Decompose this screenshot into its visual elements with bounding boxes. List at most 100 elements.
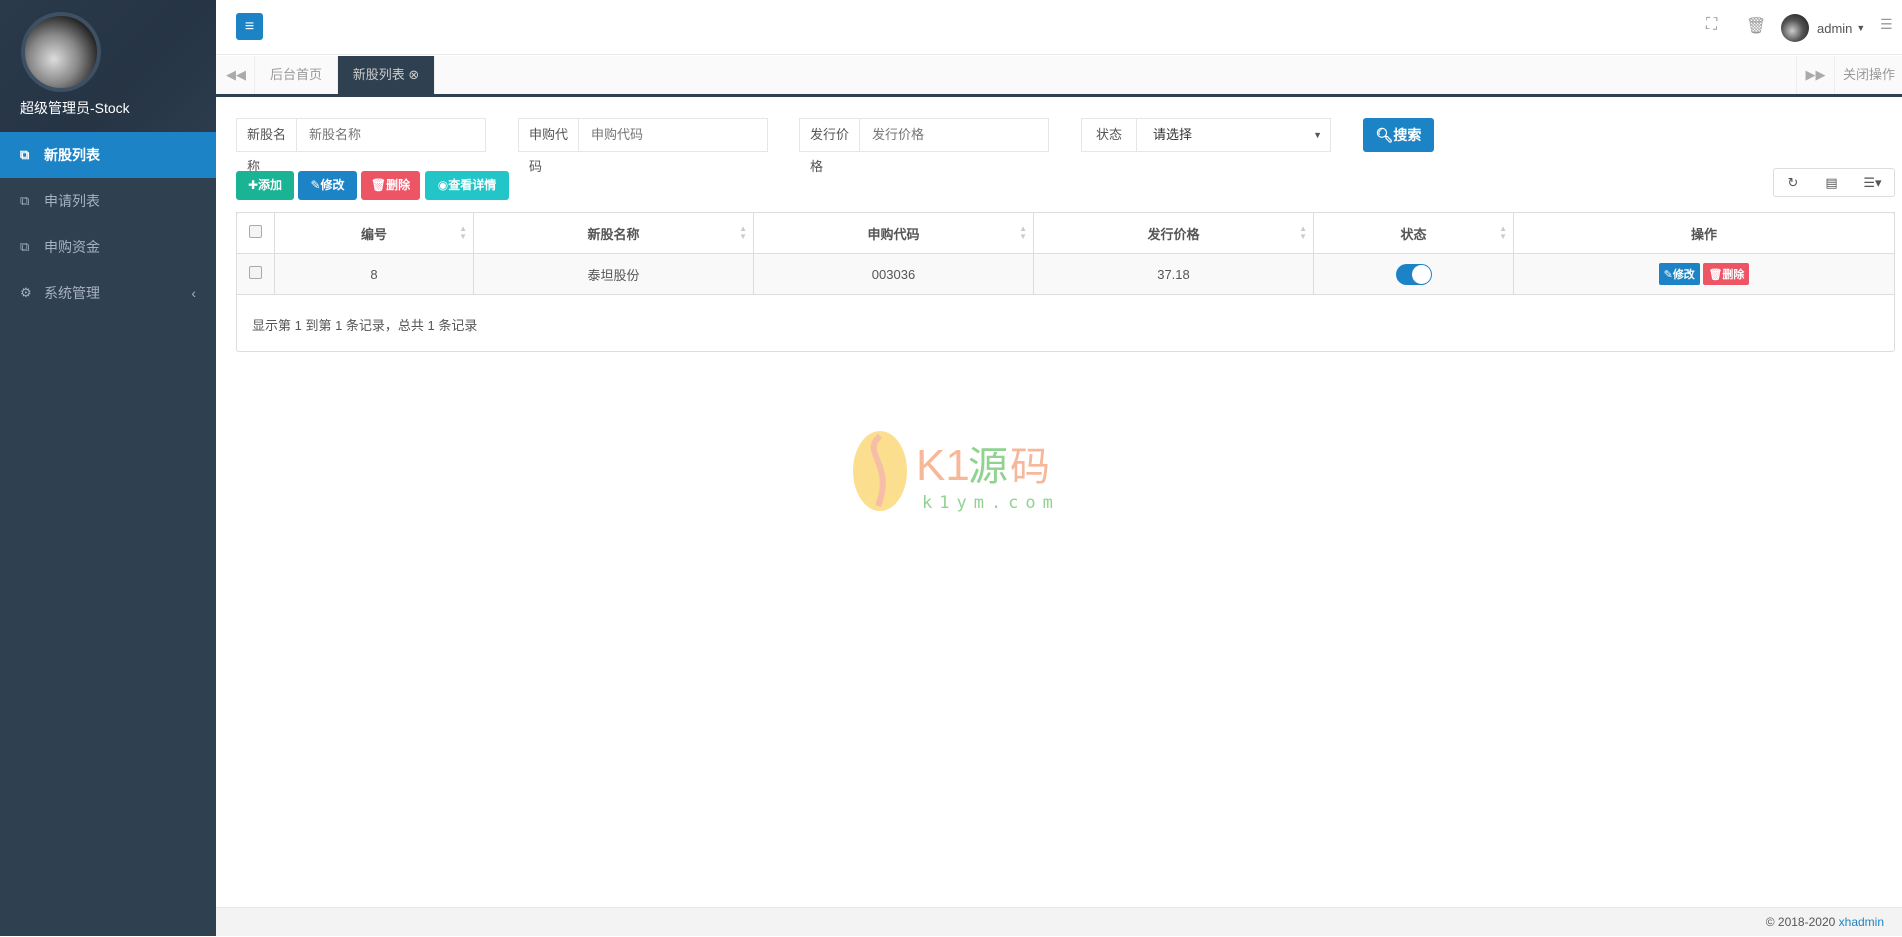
eye-icon: ◉	[437, 178, 449, 192]
filter-status: 状态 请选择 ▼	[1081, 118, 1331, 152]
svg-text:源: 源	[968, 444, 1008, 490]
sort-icon: ▲ ▼	[1019, 224, 1027, 241]
chevron-left-icon: ‹	[191, 285, 196, 301]
close-operations-dropdown[interactable]: 关闭操作	[1835, 56, 1902, 94]
edit-label: 修改	[320, 178, 345, 192]
pagination-info: 显示第 1 到第 1 条记录，总共 1 条记录	[252, 318, 478, 333]
column-header-price[interactable]: 发行价格 ▲ ▼	[1033, 212, 1314, 254]
search-icon: 🔍︎	[1375, 127, 1394, 143]
sidebar-item-ipo-list[interactable]: ⧉ 新股列表	[0, 132, 216, 178]
tab-home[interactable]: 后台首页	[255, 56, 338, 94]
user-dropdown[interactable]: admin ▼	[1781, 14, 1865, 42]
sidebar: 超级管理员-Stock ⧉ 新股列表 ⧉ 申请列表 ⧉ 申购资金 ⚙ 系统管理 ‹	[0, 0, 216, 936]
view-label: 查看详情	[448, 178, 497, 192]
sidebar-item-application-list[interactable]: ⧉ 申请列表	[0, 178, 216, 224]
tasks-icon[interactable]: ☰	[1880, 16, 1893, 33]
pencil-icon: ✎	[310, 178, 321, 192]
delete-label: 删除	[386, 178, 411, 192]
column-header-id[interactable]: 编号 ▲ ▼	[274, 212, 474, 254]
table-row[interactable]: 8 泰坦股份 003036 37.18 ✎修改 🗑︎删除	[236, 253, 1895, 295]
filter-label: 发行价格	[800, 119, 860, 174]
filter-label: 申购代码	[519, 119, 579, 174]
column-header-status[interactable]: 状态 ▲ ▼	[1313, 212, 1514, 254]
cell-status	[1313, 253, 1514, 295]
tab-ipo-list[interactable]: 新股列表 ⊗	[338, 56, 435, 94]
sidebar-item-label: 申购资金	[44, 239, 100, 255]
search-label: 搜索	[1393, 127, 1422, 143]
svg-text:码: 码	[1010, 444, 1050, 490]
data-table: 编号 ▲ ▼ 新股名称 ▲ ▼ 申购代码 ▲ ▼ 发行价格 ▲ ▼ 状态 ▲ ▼ 操作 8 泰坦股份…	[236, 212, 1895, 295]
filter-label: 新股名称	[237, 119, 297, 174]
view-details-button[interactable]: ◉查看详情	[425, 171, 509, 200]
trash-icon: 🗑︎	[370, 178, 387, 192]
delete-button[interactable]: 🗑︎删除	[361, 171, 420, 200]
cell-price: 37.18	[1033, 253, 1314, 295]
pencil-icon: ✎	[1663, 269, 1673, 281]
svg-text:K1: K1	[916, 441, 970, 490]
column-header-name[interactable]: 新股名称 ▲ ▼	[473, 212, 754, 254]
user-name: admin	[1817, 20, 1853, 36]
price-input[interactable]	[860, 119, 1048, 151]
header-label: 新股名称	[587, 226, 640, 242]
profile: 超级管理员-Stock	[0, 0, 216, 132]
checkbox[interactable]	[249, 225, 262, 238]
sort-icon: ▲ ▼	[1499, 224, 1507, 241]
toggle-view-button[interactable]: ▤	[1812, 168, 1852, 197]
row-edit-button[interactable]: ✎修改	[1658, 263, 1700, 285]
copyright-text: © 2018-2020	[1765, 915, 1836, 929]
sidebar-item-label: 新股列表	[44, 147, 100, 163]
column-header-actions: 操作	[1513, 212, 1895, 254]
copy-icon: ⧉	[20, 239, 30, 254]
filter-label: 状态	[1082, 119, 1138, 151]
th-list-icon: ☰▾	[1863, 175, 1882, 190]
add-label: 添加	[258, 178, 283, 192]
plus-icon: ✚	[247, 178, 259, 192]
status-select[interactable]: 请选择 ▼	[1137, 119, 1330, 151]
trash-icon[interactable]: 🗑	[1746, 16, 1766, 36]
row-checkbox[interactable]	[236, 253, 275, 295]
select-all-checkbox[interactable]	[236, 212, 275, 254]
cell-actions: ✎修改 🗑︎删除	[1513, 253, 1895, 295]
copy-icon: ⧉	[20, 147, 30, 162]
top-header: ≡ ⛶ 🗑 admin ▼ ☰	[216, 0, 1902, 55]
list-alt-icon: ▤	[1825, 175, 1838, 190]
gears-icon: ⚙	[20, 285, 32, 300]
watermark-icon: K1 源 码 k1ym.com	[853, 431, 1053, 513]
fullscreen-icon[interactable]: ⛶	[1706, 16, 1717, 34]
menu-toggle-button[interactable]: ≡	[236, 13, 263, 40]
edit-button[interactable]: ✎修改	[298, 171, 357, 200]
table-header-row: 编号 ▲ ▼ 新股名称 ▲ ▼ 申购代码 ▲ ▼ 发行价格 ▲ ▼ 状态 ▲ ▼ 操作	[236, 212, 1895, 254]
header-label: 编号	[360, 226, 387, 242]
sidebar-item-system-management[interactable]: ⚙ 系统管理 ‹	[0, 270, 216, 316]
header-label: 状态	[1400, 226, 1427, 242]
tab-label: 新股列表	[352, 67, 405, 82]
columns-dropdown-button[interactable]: ☰▾	[1851, 168, 1895, 197]
sidebar-item-label: 申请列表	[44, 193, 100, 209]
sort-icon: ▲ ▼	[739, 224, 747, 241]
column-header-code[interactable]: 申购代码 ▲ ▼	[753, 212, 1034, 254]
code-input[interactable]	[579, 119, 767, 151]
tab-scroll-right-button[interactable]: ▶▶	[1796, 56, 1835, 94]
status-toggle[interactable]	[1395, 263, 1432, 285]
avatar[interactable]	[21, 12, 101, 92]
sidebar-item-subscription-funds[interactable]: ⧉ 申购资金	[0, 224, 216, 270]
tab-scroll-left-button[interactable]: ◀◀	[218, 56, 255, 94]
profile-name[interactable]: 超级管理员-Stock	[20, 98, 130, 118]
add-button[interactable]: ✚添加	[236, 171, 294, 200]
tab-bar: ◀◀ 后台首页 新股列表 ⊗ ▶▶ 关闭操作	[216, 56, 1902, 97]
trash-icon: 🗑︎	[1708, 269, 1723, 281]
row-delete-button[interactable]: 🗑︎删除	[1703, 263, 1750, 285]
copy-icon: ⧉	[20, 193, 30, 208]
close-icon[interactable]: ⊗	[408, 67, 419, 82]
row-delete-label: 删除	[1722, 269, 1745, 281]
sort-icon: ▲ ▼	[459, 224, 467, 241]
refresh-button[interactable]: ↻	[1773, 168, 1813, 197]
search-button[interactable]: 🔍︎搜索	[1363, 118, 1434, 152]
filter-price: 发行价格	[799, 118, 1049, 174]
name-input[interactable]	[297, 119, 485, 151]
footer-link[interactable]: xhadmin	[1839, 915, 1884, 929]
checkbox[interactable]	[249, 266, 262, 279]
cell-name: 泰坦股份	[473, 253, 754, 295]
footer: © 2018-2020 xhadmin	[216, 907, 1902, 936]
caret-down-icon: ▼	[1856, 23, 1866, 33]
